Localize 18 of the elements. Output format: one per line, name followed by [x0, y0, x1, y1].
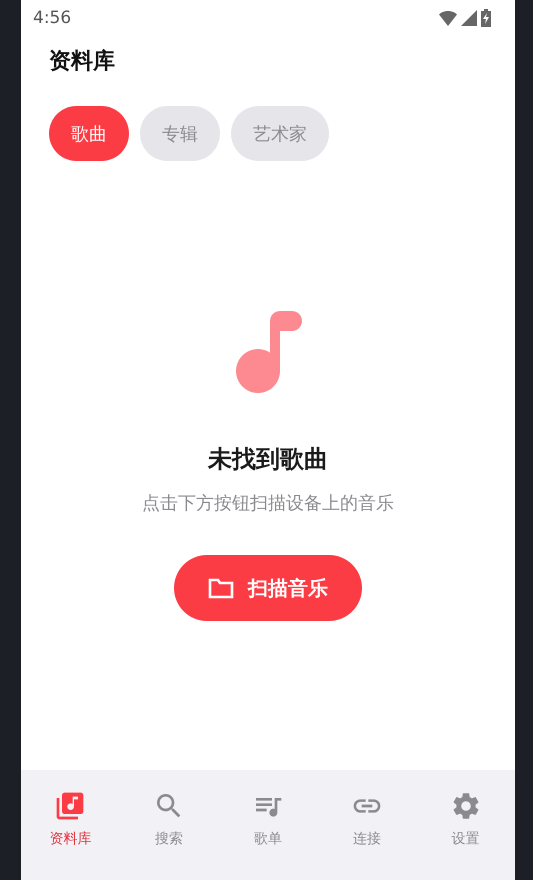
status-time: 4:56	[33, 8, 72, 28]
scan-music-button[interactable]: 扫描音乐	[174, 555, 362, 621]
nav-item[interactable]: 连接	[317, 790, 416, 848]
nav-label: 资料库	[49, 830, 92, 848]
filter-tab[interactable]: 歌曲	[49, 106, 129, 161]
nav-label: 搜索	[155, 830, 184, 848]
empty-message: 点击下方按钮扫描设备上的音乐	[142, 492, 394, 515]
nav-item[interactable]: 资料库	[21, 790, 120, 848]
empty-title: 未找到歌曲	[208, 444, 328, 475]
nav-label: 设置	[452, 830, 480, 848]
nav-item[interactable]: 搜索	[120, 790, 219, 848]
filter-tab[interactable]: 专辑	[140, 106, 220, 161]
page-title: 资料库	[49, 48, 116, 76]
nav-item[interactable]: 歌单	[218, 790, 318, 848]
nav-label: 连接	[352, 830, 381, 848]
nav-item[interactable]: 设置	[416, 790, 515, 848]
nav-label: 歌单	[254, 830, 282, 848]
filter-tab[interactable]: 艺术家	[231, 106, 329, 161]
